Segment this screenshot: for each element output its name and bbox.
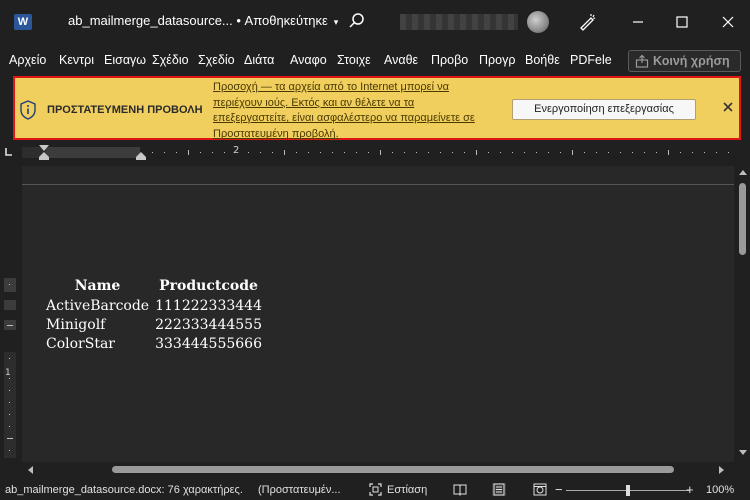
read-mode-icon[interactable] [453, 483, 467, 496]
ribbon-tab-bar: Αρχείο Κεντρι Εισαγω Σχέδιο Σχεδίο Διάτα… [0, 44, 750, 76]
tab-references[interactable]: Αναφο [290, 53, 331, 67]
zoom-in-button[interactable]: + [686, 482, 694, 497]
vertical-scroll-thumb[interactable] [739, 183, 746, 255]
tab-developer[interactable]: Προγρ [479, 53, 519, 67]
first-line-indent-marker[interactable] [38, 145, 50, 152]
right-indent-marker[interactable] [135, 152, 147, 160]
tab-selector-icon[interactable] [4, 146, 14, 158]
web-layout-icon[interactable] [533, 483, 547, 496]
scroll-down-icon[interactable] [738, 449, 748, 457]
tab-review[interactable]: Αναθε [384, 53, 424, 67]
tab-insert[interactable]: Εισαγω [104, 53, 147, 67]
chevron-down-icon: ▾ [333, 17, 339, 27]
tab-mailings[interactable]: Στοιχε [337, 53, 377, 67]
protected-view-message-link[interactable]: Προσοχή — τα αρχεία από το Internet μπορ… [213, 80, 491, 142]
mail-merge-data-table[interactable]: Name Productcode ActiveBarcode 111222333… [46, 278, 268, 353]
minimize-icon[interactable] [628, 12, 648, 32]
scroll-up-icon[interactable] [738, 168, 748, 176]
zoom-level[interactable]: 100% [706, 484, 734, 496]
table-cell-productcode: 222333444555 [155, 316, 262, 333]
share-icon [635, 54, 649, 68]
left-indent-marker[interactable] [38, 152, 50, 160]
tab-pdfelement[interactable]: PDFele [570, 53, 612, 67]
protected-view-bar: ΠΡΟΣΤΑΤΕΥΜΕΝΗ ΠΡΟΒΟΛΗ Προσοχή — τα αρχεί… [13, 76, 741, 140]
enable-editing-button[interactable]: Ενεργοποίηση επεξεργασίας [512, 99, 696, 120]
maximize-icon[interactable] [672, 12, 692, 32]
table-cell-name: ActiveBarcode [46, 297, 150, 314]
table-cell-name: Minigolf [46, 316, 106, 333]
tab-file[interactable]: Αρχείο [9, 53, 53, 67]
tab-help[interactable]: Βοήθε [525, 53, 564, 67]
designer-pen-icon[interactable] [576, 11, 598, 33]
horizontal-scroll-thumb[interactable] [112, 466, 674, 473]
print-layout-icon[interactable] [492, 483, 506, 496]
focus-icon[interactable] [369, 483, 382, 496]
scroll-left-icon[interactable] [26, 465, 34, 475]
table-row: ActiveBarcode 111222333444 [46, 296, 268, 315]
tab-home[interactable]: Κεντρι [59, 53, 98, 67]
table-row: ColorStar 333444555666 [46, 334, 268, 353]
table-header-row: Name Productcode [46, 278, 268, 296]
document-title[interactable]: ab_mailmerge_datasource... • Αποθηκεύτηκ… [68, 13, 338, 28]
share-button-label: Κοινή χρήση [653, 54, 730, 68]
table-row: Minigolf 222333444555 [46, 315, 268, 334]
zoom-slider-thumb[interactable] [626, 485, 630, 496]
avatar[interactable] [527, 11, 549, 33]
ruler-number: 2 [233, 145, 240, 156]
status-bar: ab_mailmerge_datasource.docx: 76 χαρακτή… [0, 480, 750, 500]
zoom-out-button[interactable]: − [555, 482, 563, 497]
word-app-icon: W [14, 14, 32, 30]
shield-info-icon [20, 100, 36, 120]
redacted-user-name [400, 14, 518, 30]
focus-button-label[interactable]: Εστίαση [387, 484, 427, 496]
close-icon[interactable] [721, 100, 735, 114]
title-bar: W ab_mailmerge_datasource... • Αποθηκεύτ… [0, 0, 750, 44]
scroll-right-icon[interactable] [718, 465, 726, 475]
document-title-text: ab_mailmerge_datasource... • Αποθηκεύτηκ… [68, 13, 328, 28]
table-header-productcode: Productcode [159, 278, 258, 294]
tab-view[interactable]: Προβο [431, 53, 472, 67]
ruler-ticks [152, 150, 729, 155]
tab-draw[interactable]: Σχέδιο [152, 53, 193, 67]
ruler-text-area [46, 147, 140, 158]
table-cell-productcode: 333444555666 [155, 335, 262, 352]
table-cell-name: ColorStar [46, 335, 115, 352]
tab-design[interactable]: Σχεδίο [198, 53, 239, 67]
table-cell-productcode: 111222333444 [155, 297, 262, 314]
status-doc-info[interactable]: ab_mailmerge_datasource.docx: 76 χαρακτή… [5, 484, 243, 496]
protected-view-title: ΠΡΟΣΤΑΤΕΥΜΕΝΗ ΠΡΟΒΟΛΗ [47, 104, 203, 116]
tab-layout[interactable]: Διάτα [244, 53, 283, 67]
share-button[interactable]: Κοινή χρήση [628, 50, 741, 72]
search-icon[interactable] [346, 10, 368, 32]
status-mode: (Προστατευμέν... [258, 484, 341, 496]
close-icon[interactable] [718, 12, 738, 32]
vertical-ruler-number: 1 [5, 368, 11, 378]
page-top-edge [22, 184, 734, 185]
table-header-name: Name [74, 278, 121, 294]
